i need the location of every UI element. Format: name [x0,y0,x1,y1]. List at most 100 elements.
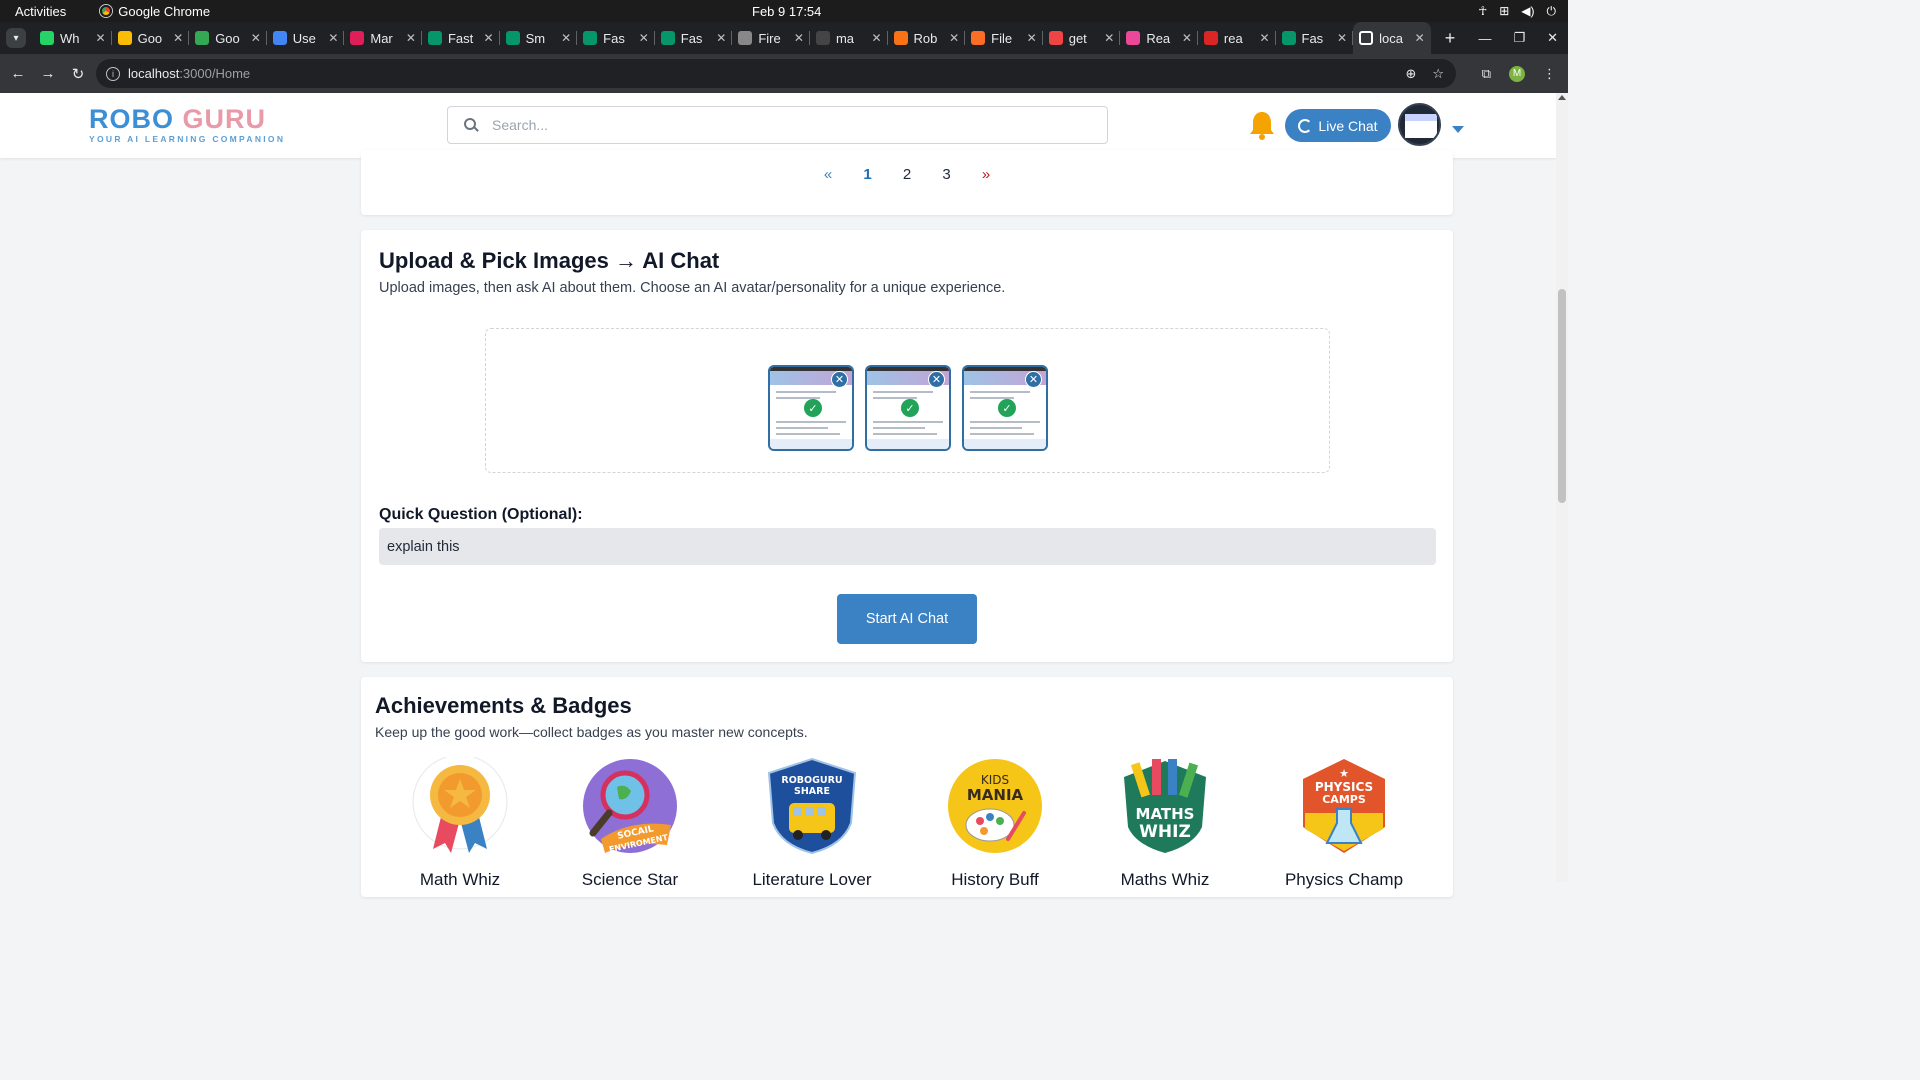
url-host: localhost [128,66,180,81]
image-thumbnail[interactable]: ✓ ✕ [962,365,1048,451]
tab-close-icon[interactable]: ✕ [639,31,649,45]
minimize-icon[interactable]: — [1478,31,1491,46]
tab-close-icon[interactable]: ✕ [949,31,959,45]
browser-tab[interactable]: Rea ✕ [1120,22,1198,54]
reload-icon[interactable]: ↻ [63,65,93,83]
tab-search-button[interactable]: ▾ [6,28,26,48]
app-menu[interactable]: Google Chrome [100,4,210,19]
tab-close-icon[interactable]: ✕ [96,31,106,45]
browser-tab[interactable]: Use ✕ [267,22,345,54]
scrollbar-thumb[interactable] [1558,289,1566,503]
school-bus-shield-icon: ROBOGURU SHARE [767,757,857,855]
page-scrollbar[interactable] [1556,93,1568,882]
robo-guru-logo[interactable]: ROBO GURU YOUR AI LEARNING COMPANION [89,105,285,144]
browser-tab[interactable]: Fire ✕ [732,22,810,54]
tab-favicon-icon [350,31,365,45]
image-thumbnail[interactable]: ✓ ✕ [865,365,951,451]
address-bar[interactable]: i localhost:3000/Home ⊕ ☆ [96,59,1456,88]
badge-item[interactable]: MATHS WHIZ Maths Whiz [1080,757,1250,890]
site-info-icon[interactable]: i [106,66,120,81]
notification-bell-icon[interactable] [1248,110,1276,140]
pagination-page[interactable]: 3 [927,166,967,183]
remove-image-icon[interactable]: ✕ [831,371,848,388]
pagination-page[interactable]: 1 [848,166,888,183]
bookmark-star-icon[interactable]: ☆ [1432,66,1444,82]
restore-icon[interactable]: ❐ [1513,30,1525,46]
badge-item[interactable]: Math Whiz [375,754,545,890]
browser-tab[interactable]: Fas ✕ [577,22,655,54]
clock[interactable]: Feb 9 17:54 [752,4,821,19]
badge-item[interactable]: SOCAIL ENVIROMENT Science Star [545,757,715,890]
tab-close-icon[interactable]: ✕ [173,31,183,45]
browser-tab[interactable]: Fas ✕ [1276,22,1354,54]
pagination-next[interactable]: » [966,166,1006,183]
browser-tab[interactable]: Goo ✕ [112,22,190,54]
search-icon [464,118,478,132]
badge-item[interactable]: ROBOGURU SHARE Literature Lover [727,757,897,890]
browser-tab[interactable]: Fas ✕ [655,22,733,54]
browser-tab[interactable]: Mar ✕ [344,22,422,54]
profile-dropdown-caret-icon[interactable] [1452,126,1464,133]
pagination-page[interactable]: 2 [887,166,927,183]
browser-tab[interactable]: Wh ✕ [34,22,112,54]
tab-close-icon[interactable]: ✕ [1337,31,1347,45]
browser-tab[interactable]: Goo ✕ [189,22,267,54]
forward-icon[interactable]: → [33,65,63,82]
tab-close-icon[interactable]: ✕ [328,31,338,45]
tab-title: loca [1379,30,1403,46]
pagination-prev[interactable]: « [808,166,848,183]
browser-tab[interactable]: File ✕ [965,22,1043,54]
browser-tab[interactable]: Rob ✕ [888,22,966,54]
badge-item[interactable]: ★ PHYSICS CAMPS Physics Champ [1259,757,1429,890]
tab-close-icon[interactable]: ✕ [406,31,416,45]
back-icon[interactable]: ← [3,65,33,82]
browser-tab[interactable]: ma ✕ [810,22,888,54]
new-tab-button[interactable]: + [1445,28,1456,49]
accessibility-icon[interactable]: ☥ [1478,4,1487,19]
remove-image-icon[interactable]: ✕ [1025,371,1042,388]
svg-text:KIDS: KIDS [981,773,1009,787]
image-dropzone[interactable]: ✓ ✕ ✓ ✕ ✓ ✕ [485,328,1330,473]
tab-close-icon[interactable]: ✕ [1027,31,1037,45]
start-ai-chat-button[interactable]: Start AI Chat [837,594,977,644]
quick-question-input[interactable] [379,528,1436,565]
live-chat-button[interactable]: Live Chat [1285,109,1391,142]
zoom-icon[interactable]: ⊕ [1405,66,1416,82]
browser-tab[interactable]: Fast ✕ [422,22,500,54]
browser-tab[interactable]: get ✕ [1043,22,1121,54]
chrome-menu-icon[interactable]: ⋮ [1543,66,1556,82]
close-window-icon[interactable]: ✕ [1547,30,1558,46]
window-controls: — ❐ ✕ [1478,22,1558,54]
system-tray[interactable]: ☥ ⊞ ◀) ⏻ [1478,4,1556,19]
tab-favicon-icon [660,31,675,45]
badge-name: History Buff [951,870,1039,889]
badge-item[interactable]: KIDS MANIA History Buff [910,757,1080,890]
scroll-up-arrow-icon[interactable] [1558,95,1566,100]
tab-title: Fas [603,30,625,46]
chrome-profile-avatar[interactable]: M [1509,65,1525,82]
activities-button[interactable]: Activities [15,4,66,19]
remove-image-icon[interactable]: ✕ [928,371,945,388]
user-avatar[interactable] [1398,103,1441,146]
tab-close-icon[interactable]: ✕ [871,31,881,45]
power-icon[interactable]: ⏻ [1547,4,1557,19]
tab-close-icon[interactable]: ✕ [251,31,261,45]
tab-close-icon[interactable]: ✕ [484,31,494,45]
volume-icon[interactable]: ◀) [1521,4,1534,19]
browser-tab[interactable]: loca ✕ [1353,22,1431,54]
extensions-icon[interactable]: ⧉ [1482,66,1491,82]
upload-chat-card: Upload & Pick Images → AI Chat Upload im… [361,230,1453,662]
tab-close-icon[interactable]: ✕ [794,31,804,45]
tab-close-icon[interactable]: ✕ [1104,31,1114,45]
browser-tab[interactable]: rea ✕ [1198,22,1276,54]
search-box[interactable] [447,106,1108,144]
tab-close-icon[interactable]: ✕ [1259,31,1269,45]
tab-close-icon[interactable]: ✕ [561,31,571,45]
browser-tab[interactable]: Sm ✕ [500,22,578,54]
search-input[interactable] [492,117,1052,133]
tab-close-icon[interactable]: ✕ [1415,31,1425,45]
tab-close-icon[interactable]: ✕ [1182,31,1192,45]
network-icon[interactable]: ⊞ [1499,4,1509,19]
tab-close-icon[interactable]: ✕ [716,31,726,45]
image-thumbnail[interactable]: ✓ ✕ [768,365,854,451]
